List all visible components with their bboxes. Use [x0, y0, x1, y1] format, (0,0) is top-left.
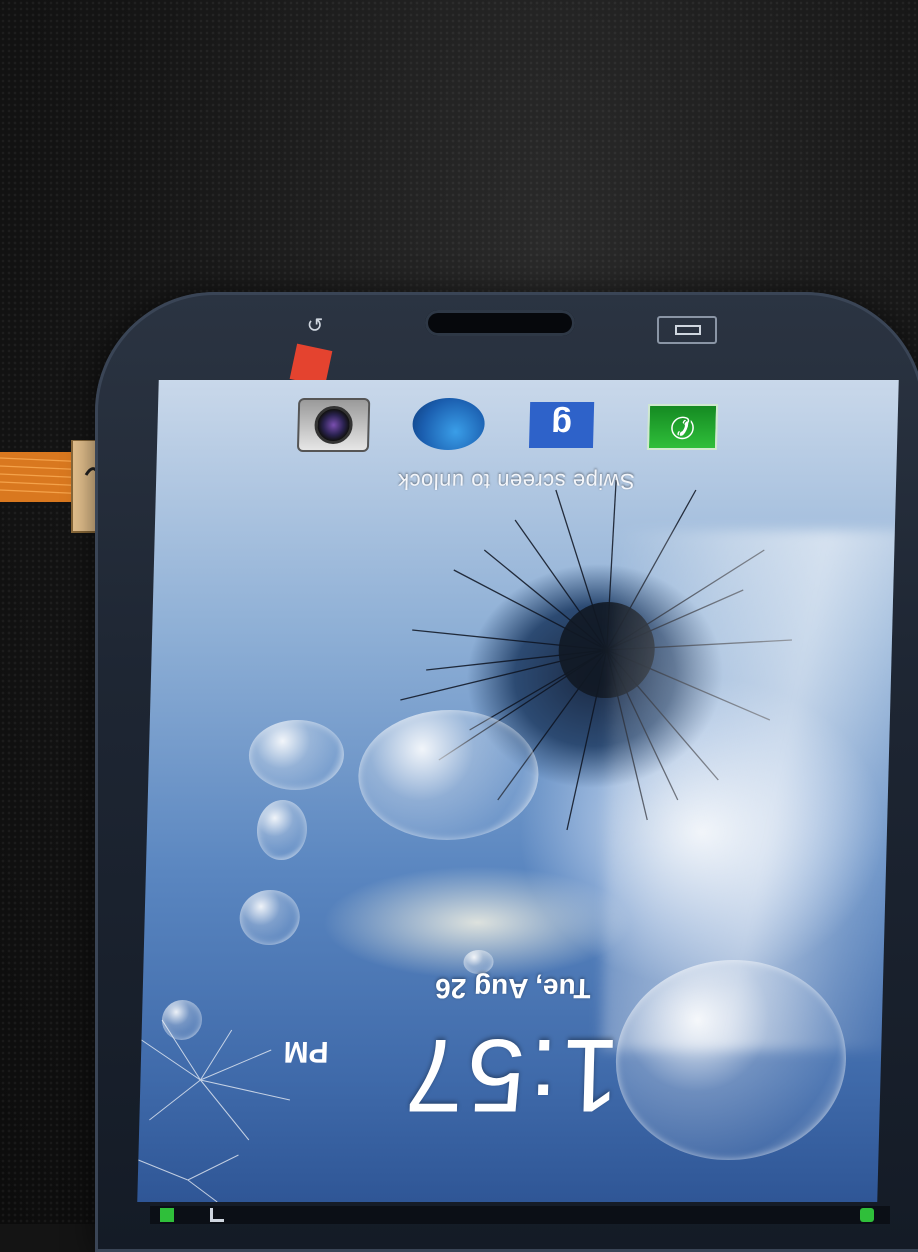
status-indicator-icon [160, 1208, 174, 1222]
back-key-icon[interactable]: ↺ [295, 314, 335, 338]
signal-icon [210, 1208, 224, 1222]
lock-ampm: PM [283, 1035, 330, 1068]
phone-icon[interactable]: ✆ [646, 404, 719, 450]
camera-icon[interactable] [296, 398, 371, 452]
google-icon[interactable]: g [528, 402, 595, 448]
earpiece-speaker [425, 310, 575, 336]
notification-icon [860, 1208, 874, 1222]
swipe-to-unlock-hint: Swipe screen to unlock [397, 469, 636, 494]
menu-key-icon[interactable] [657, 316, 717, 344]
lock-clock: 1:57 [399, 1017, 622, 1133]
photo-scene: ↺ g ✆ Swipe screen to unlock Tue, Aug 26… [0, 0, 918, 1252]
light-glare [601, 530, 899, 1050]
lock-screen[interactable]: g ✆ Swipe screen to unlock Tue, Aug 26 1… [137, 380, 899, 1202]
lock-date: Tue, Aug 26 [434, 973, 592, 1004]
lock-shortcuts: g ✆ [296, 398, 739, 458]
internet-globe-icon[interactable] [411, 398, 486, 450]
status-bar-edge [150, 1206, 890, 1224]
